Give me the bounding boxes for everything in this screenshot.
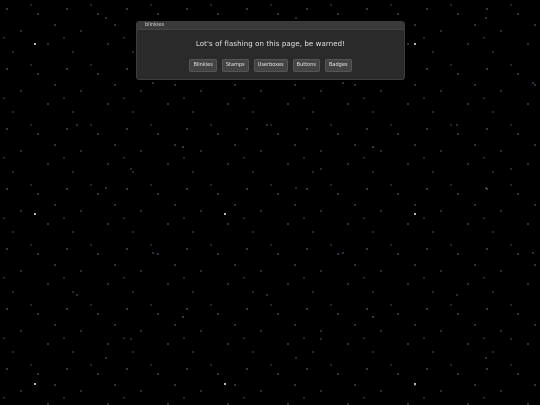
dialog-titlebar[interactable]: blinkies	[137, 22, 404, 30]
blinkies-button[interactable]: Blinkies	[189, 59, 217, 72]
badges-button[interactable]: Badges	[325, 59, 352, 72]
dialog-title: blinkies	[145, 22, 165, 28]
category-button-row: Blinkies Stamps Userboxes Buttons Badges	[137, 59, 404, 72]
warning-dialog: blinkies Lot's of flashing on this page,…	[136, 21, 405, 80]
starfield-background: blinkies Lot's of flashing on this page,…	[0, 0, 540, 405]
flashing-warning-message: Lot's of flashing on this page, be warne…	[195, 40, 346, 48]
stamps-button[interactable]: Stamps	[221, 59, 249, 72]
buttons-button[interactable]: Buttons	[292, 59, 320, 72]
userboxes-button[interactable]: Userboxes	[253, 59, 288, 72]
